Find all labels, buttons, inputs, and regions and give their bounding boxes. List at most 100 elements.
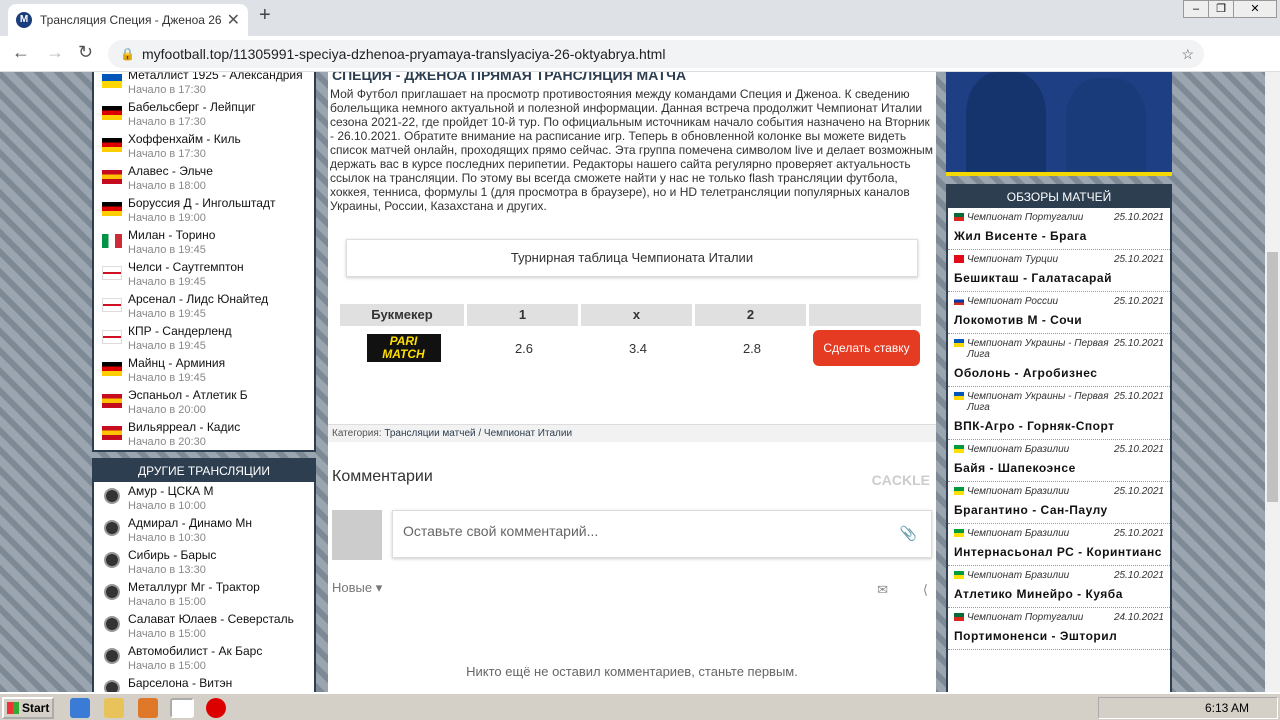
match-item[interactable]: Эспаньол - Атлетик Б Начало в 20:00 [94,386,314,418]
country-flag-icon [102,266,122,280]
category-link[interactable]: Трансляции матчей / Чемпионат Италии [384,428,572,439]
match-time: Начало в 19:00 [128,212,206,224]
review-teams[interactable]: Байя - Шапекоэнсе [954,455,1164,481]
review-league: Чемпионат Турции [967,254,1059,265]
match-item[interactable]: Милан - Торино Начало в 19:45 [94,226,314,258]
country-flag-icon [954,213,964,221]
review-teams[interactable]: Атлетико Минейро - Куяба [954,581,1164,607]
match-item[interactable]: Боруссия Д - Ингольштадт Начало в 19:00 [94,194,314,226]
country-flag-icon [954,255,964,263]
match-item[interactable]: Вильярреал - Кадис Начало в 20:30 [94,418,314,450]
country-flag-icon [954,529,964,537]
country-flag-icon [954,339,964,347]
attach-icon[interactable]: 📎 [900,525,917,542]
review-teams[interactable]: Бешикташ - Галатасарай [954,265,1164,291]
review-item[interactable]: Чемпионат Украины - Первая Лига 25.10.202… [948,334,1170,387]
scrollbar[interactable] [1265,72,1280,692]
stream-item[interactable]: Салават Юлаев - Северсталь Начало в 15:00 [94,610,314,642]
banner-stripe [946,172,1172,176]
stream-time: Начало в 15:00 [128,628,206,640]
tab-strip: M Трансляция Специя - Дженоа 26.1 ✕ + – … [0,0,1280,36]
country-flag-icon [102,106,122,120]
stream-item[interactable]: Металлург Мг - Трактор Начало в 15:00 [94,578,314,610]
review-item[interactable]: Чемпионат России 25.10.2021 Локомотив М - … [948,292,1170,334]
ie-icon[interactable] [70,698,90,718]
scrollbar-thumb[interactable] [1267,252,1278,502]
match-item[interactable]: Майнц - Арминия Начало в 19:45 [94,354,314,386]
review-teams[interactable]: ВПК-Агро - Горняк-Спорт [954,413,1164,439]
stream-item[interactable]: Барселона - Витэн [94,674,314,692]
match-item[interactable]: Алавес - Эльче Начало в 18:00 [94,162,314,194]
match-time: Начало в 19:45 [128,308,206,320]
hockey-league-icon [104,552,120,568]
back-icon[interactable]: ← [12,42,30,63]
review-item[interactable]: Чемпионат Португалии 25.10.2021 Жил Висент… [948,208,1170,250]
reload-icon[interactable]: ↻ [78,42,93,63]
restore-icon[interactable]: ❐ [1208,0,1234,18]
review-item[interactable]: Чемпионат Бразилии 25.10.2021 Брагантино -… [948,482,1170,524]
chrome-icon[interactable] [170,698,194,718]
address-bar[interactable]: 🔒 myfootball.top/11305991-speciya-dzheno… [108,40,1204,68]
match-title: Боруссия Д - Ингольштадт [128,196,276,210]
review-item[interactable]: Чемпионат Украины - Первая Лига 25.10.202… [948,387,1170,440]
review-teams[interactable]: Портимоненси - Эшторил [954,623,1164,649]
review-teams[interactable]: Жил Висенте - Брага [954,223,1164,249]
match-time: Начало в 20:00 [128,404,206,416]
review-teams[interactable]: Интернасьонал РС - Коринтианс [954,539,1164,565]
stream-item[interactable]: Амур - ЦСКА М Начало в 10:00 [94,482,314,514]
place-bet-button[interactable]: Сделать ставку [813,330,920,366]
review-date: 25.10.2021 [1113,570,1164,581]
stream-item[interactable]: Сибирь - Барыс Начало в 13:30 [94,546,314,578]
review-league: Чемпионат Украины - Первая Лига [967,391,1109,413]
start-button[interactable]: Start [2,697,54,719]
media-player-icon[interactable] [138,698,158,718]
share-icon[interactable]: ⟨ [923,582,928,598]
close-tab-icon[interactable]: ✕ [227,10,240,30]
country-flag-icon [102,394,122,408]
review-date: 24.10.2021 [1113,612,1164,623]
review-item[interactable]: Чемпионат Турции 25.10.2021 Бешикташ - Гал… [948,250,1170,292]
match-item[interactable]: Бабельсберг - Лейпциг Начало в 17:30 [94,98,314,130]
forward-icon[interactable]: → [46,42,64,63]
hockey-league-icon [104,520,120,536]
browser-tab[interactable]: M Трансляция Специя - Дженоа 26.1 ✕ [8,4,248,36]
close-window-icon[interactable]: ✕ [1233,0,1277,18]
tournament-table-link[interactable]: Турнирная таблица Чемпионата Италии [346,239,918,277]
sort-dropdown[interactable]: Новые ▾ [332,580,382,596]
stream-title: Металлург Мг - Трактор [128,580,260,594]
antivirus-icon[interactable] [206,698,226,718]
cackle-logo: CACKLE [871,472,930,488]
minimize-icon[interactable]: – [1183,0,1209,18]
country-flag-icon [102,74,122,88]
folder-icon[interactable] [104,698,124,718]
review-item[interactable]: Чемпионат Бразилии 25.10.2021 Атлетико Мин… [948,566,1170,608]
odds-header-1: 1 [467,304,578,326]
review-item[interactable]: Чемпионат Бразилии 25.10.2021 Байя - Шапек… [948,440,1170,482]
stream-item[interactable]: Адмирал - Динамо Мн Начало в 10:30 [94,514,314,546]
stream-time: Начало в 10:00 [128,500,206,512]
match-item[interactable]: Металлист 1925 - Александрия Начало в 17:… [94,72,314,98]
match-item[interactable]: Челси - Саутгемптон Начало в 19:45 [94,258,314,290]
mail-icon[interactable]: ✉ [877,582,888,598]
no-comments-text: Никто ещё не оставил комментариев, стань… [466,664,798,679]
promo-banner[interactable] [946,72,1172,176]
player-image [966,72,1046,176]
country-flag-icon [954,487,964,495]
comment-input[interactable]: Оставьте свой комментарий... 📎 [392,510,932,558]
review-item[interactable]: Чемпионат Португалии 24.10.2021 Портимонен… [948,608,1170,650]
country-flag-icon [102,362,122,376]
review-teams[interactable]: Локомотив М - Сочи [954,307,1164,333]
bookmark-star-icon[interactable]: ☆ [1181,40,1194,68]
match-item[interactable]: Хоффенхайм - Киль Начало в 17:30 [94,130,314,162]
review-teams[interactable]: Брагантино - Сан-Паулу [954,497,1164,523]
stream-item[interactable]: Автомобилист - Ак Барс Начало в 15:00 [94,642,314,674]
match-item[interactable]: КПР - Сандерленд Начало в 19:45 [94,322,314,354]
review-league: Чемпионат Бразилии [967,486,1070,497]
match-title: Хоффенхайм - Киль [128,132,241,146]
match-item[interactable]: Арсенал - Лидс Юнайтед Начало в 19:45 [94,290,314,322]
review-teams[interactable]: Оболонь - Агробизнес [954,360,1164,386]
review-item[interactable]: Чемпионат Бразилии 25.10.2021 Интернасьона… [948,524,1170,566]
new-tab-icon[interactable]: + [259,4,271,27]
other-streams-heading: ДРУГИЕ ТРАНСЛЯЦИИ [94,460,314,482]
parimatch-logo[interactable]: PARI MATCH [366,334,441,362]
